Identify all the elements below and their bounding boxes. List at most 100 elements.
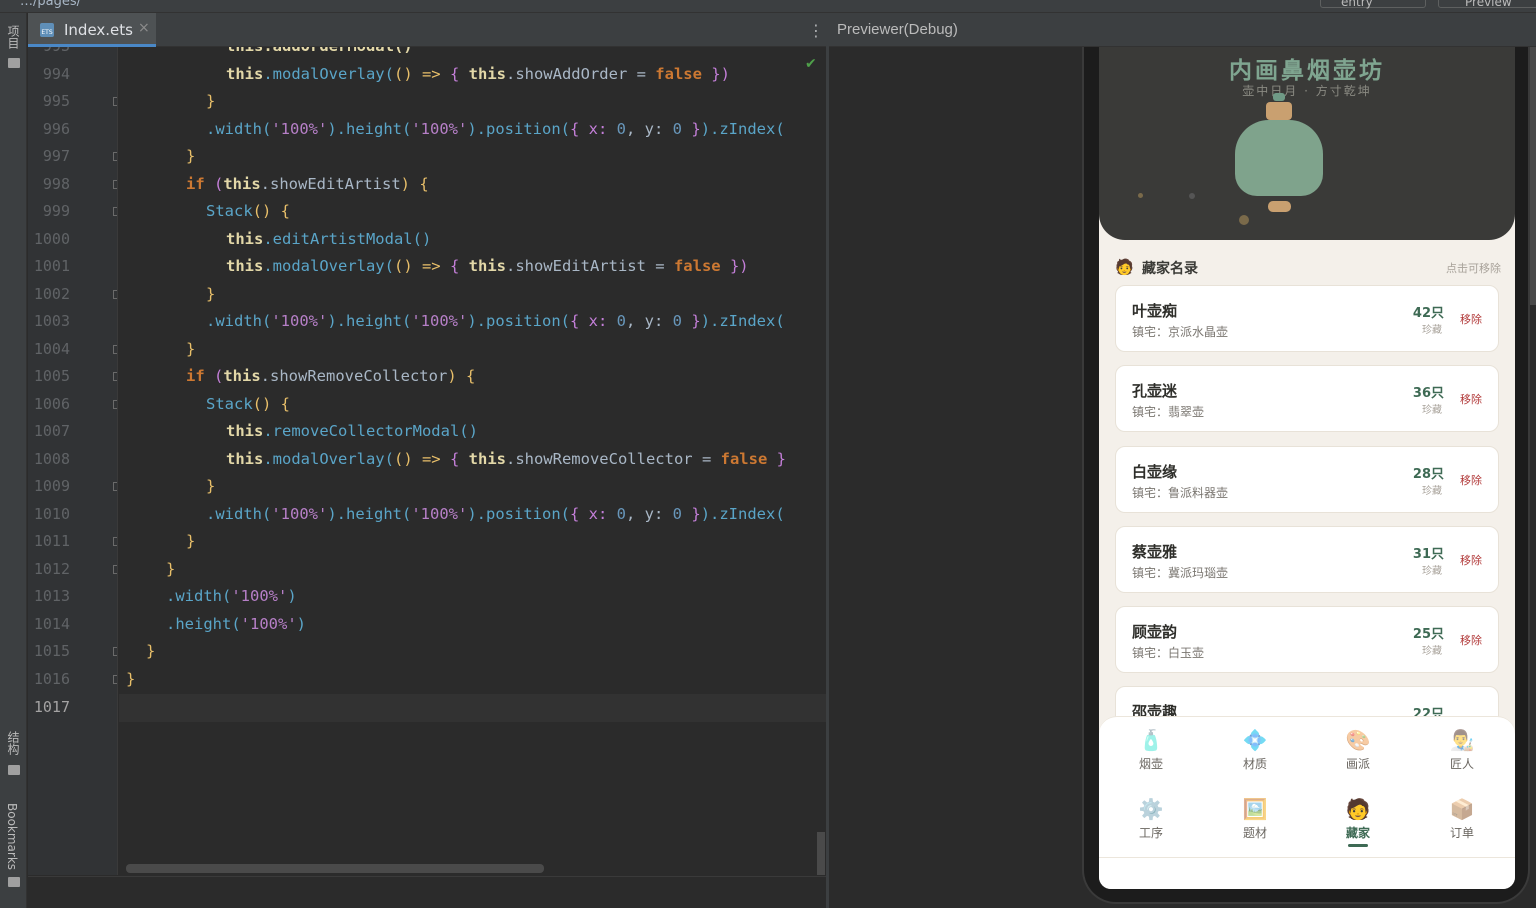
code-editor[interactable]: this.addOrderModal() this.modalOverlay((… [119,47,826,875]
line-number: 1016 [33,670,70,688]
bookmarks-tool-label[interactable]: Bookmarks [5,803,19,870]
more-options-icon[interactable]: ⋮ [808,21,824,40]
line-number: 1012 [33,560,70,578]
editor-tab-bar: ETS Index.ets × ⋮ [28,13,826,47]
app-screen: 内画鼻烟壶坊 壶中日月 · 方寸乾坤 🧑 藏家名录 点击可移除 叶壶痴 镇宅：京… [1099,47,1515,889]
fold-marker[interactable] [113,647,117,656]
code-line: .width('100%').height('100%').position({… [206,505,785,523]
section-title: 藏家名录 [1142,261,1198,277]
project-tool-label[interactable]: 项目 [5,25,22,49]
decor-dot [1138,193,1143,198]
line-number: 1006 [33,395,70,413]
collector-name: 蔡壶雅 [1132,543,1178,561]
collection-count-label: 珍藏 [1422,566,1442,577]
line-number: 1002 [33,285,70,303]
line-number: 1014 [33,615,70,633]
collector-treasure: 镇宅：翡翠壶 [1132,405,1205,419]
fold-marker[interactable] [113,537,117,546]
tab-label: 题材 [1242,826,1267,840]
line-number: 1013 [33,587,70,605]
code-line: } [146,642,156,660]
tab-schools[interactable]: 🎨 画派 [1318,727,1398,779]
collector-name: 顾壶韵 [1132,623,1178,641]
previewer-title: Previewer(Debug) [837,21,958,38]
collection-count-label: 珍藏 [1422,405,1442,416]
tab-collectors[interactable]: 🧑 藏家 [1318,796,1398,848]
vertical-scrollbar[interactable] [817,832,825,875]
fold-marker[interactable] [113,97,117,106]
tab-label: 工序 [1138,826,1163,840]
run-config-select[interactable]: entry [1320,0,1426,9]
ets-file-icon: ETS [40,23,54,37]
palette-icon: 🎨 [1345,728,1371,752]
code-line: this.removeCollectorModal() [226,422,478,440]
close-icon[interactable]: × [138,20,150,36]
tab-index-ets[interactable]: ETS Index.ets × [28,13,156,47]
tab-label: 订单 [1449,826,1474,840]
tab-processes[interactable]: ⚙️ 工序 [1111,796,1191,848]
tab-label: 材质 [1242,757,1267,771]
fold-marker[interactable] [113,675,117,684]
preview-button[interactable]: Preview [1438,0,1536,9]
collector-card[interactable]: 蔡壶雅 镇宅：冀派玛瑙壶 31只 珍藏 移除 [1115,526,1499,593]
line-number: 1009 [33,477,70,495]
collector-card[interactable]: 孔壶迷 镇宅：翡翠壶 36只 珍藏 移除 [1115,365,1499,432]
collector-card[interactable]: 顾壶韵 镇宅：白玉壶 25只 珍藏 移除 [1115,606,1499,673]
structure-tool-label[interactable]: 结构 [5,731,22,755]
tab-snuff-bottles[interactable]: 🧴 烟壶 [1111,727,1191,779]
horizontal-scrollbar[interactable] [126,864,544,873]
remove-button[interactable]: 移除 [1460,552,1482,568]
package-icon: 📦 [1449,797,1475,821]
fold-marker[interactable] [113,180,117,189]
collection-count: 25只 [1412,627,1444,642]
code-line: } [206,477,216,495]
breadcrumb[interactable]: …/pages/ [20,0,81,9]
line-number: 996 [42,120,70,138]
code-line: .height('100%') [166,615,306,633]
remove-button[interactable]: 移除 [1460,311,1482,327]
line-number: 995 [42,92,70,110]
artist-icon: 👨‍🎨 [1449,728,1475,752]
code-line: Stack() { [206,395,290,413]
collector-name: 叶壶痴 [1132,302,1178,320]
editor-bottom-area [28,876,826,908]
bookmark-icon[interactable] [8,877,20,887]
code-line: .width('100%').height('100%').position({… [206,312,785,330]
picture-icon: 🖼️ [1242,797,1268,821]
home-bar [1099,857,1515,889]
hero-title: 内画鼻烟壶坊 [1229,57,1385,84]
collection-count: 28只 [1412,467,1444,482]
fold-marker[interactable] [113,345,117,354]
tab-artisans[interactable]: 👨‍🎨 匠人 [1422,727,1502,779]
code-line: } [166,560,176,578]
previewer-header: Previewer(Debug) [829,13,1536,47]
code-line: this.addOrderModal() [226,47,413,61]
collector-name: 白壶缘 [1132,463,1178,481]
fold-marker[interactable] [113,290,117,299]
line-number: 1005 [33,367,70,385]
collection-count: 42只 [1412,306,1444,321]
tab-materials[interactable]: 💠 材质 [1215,727,1295,779]
folder-icon[interactable] [8,58,20,68]
tab-themes[interactable]: 🖼️ 题材 [1215,796,1295,848]
remove-button[interactable]: 移除 [1460,391,1482,407]
current-line-highlight [119,694,826,722]
collector-card[interactable]: 白壶缘 镇宅：鲁派料器壶 28只 珍藏 移除 [1115,446,1499,513]
collector-card[interactable]: 叶壶痴 镇宅：京派水晶壶 42只 珍藏 移除 [1115,285,1499,352]
tab-label: 烟壶 [1138,757,1163,771]
line-number: 1015 [33,642,70,660]
previewer-scrollbar[interactable] [1530,47,1536,305]
fold-marker[interactable] [113,207,117,216]
fold-marker[interactable] [113,152,117,161]
fold-marker[interactable] [113,400,117,409]
remove-button[interactable]: 移除 [1460,632,1482,648]
collector-name: 孔壶迷 [1132,382,1178,400]
line-number-current: 1017 [33,698,70,716]
fold-marker[interactable] [113,565,117,574]
remove-button[interactable]: 移除 [1460,472,1482,488]
bottle-icon: 🧴 [1138,728,1164,752]
fold-marker[interactable] [113,372,117,381]
fold-marker[interactable] [113,482,117,491]
structure-icon[interactable] [8,765,20,775]
tab-orders[interactable]: 📦 订单 [1422,796,1502,848]
